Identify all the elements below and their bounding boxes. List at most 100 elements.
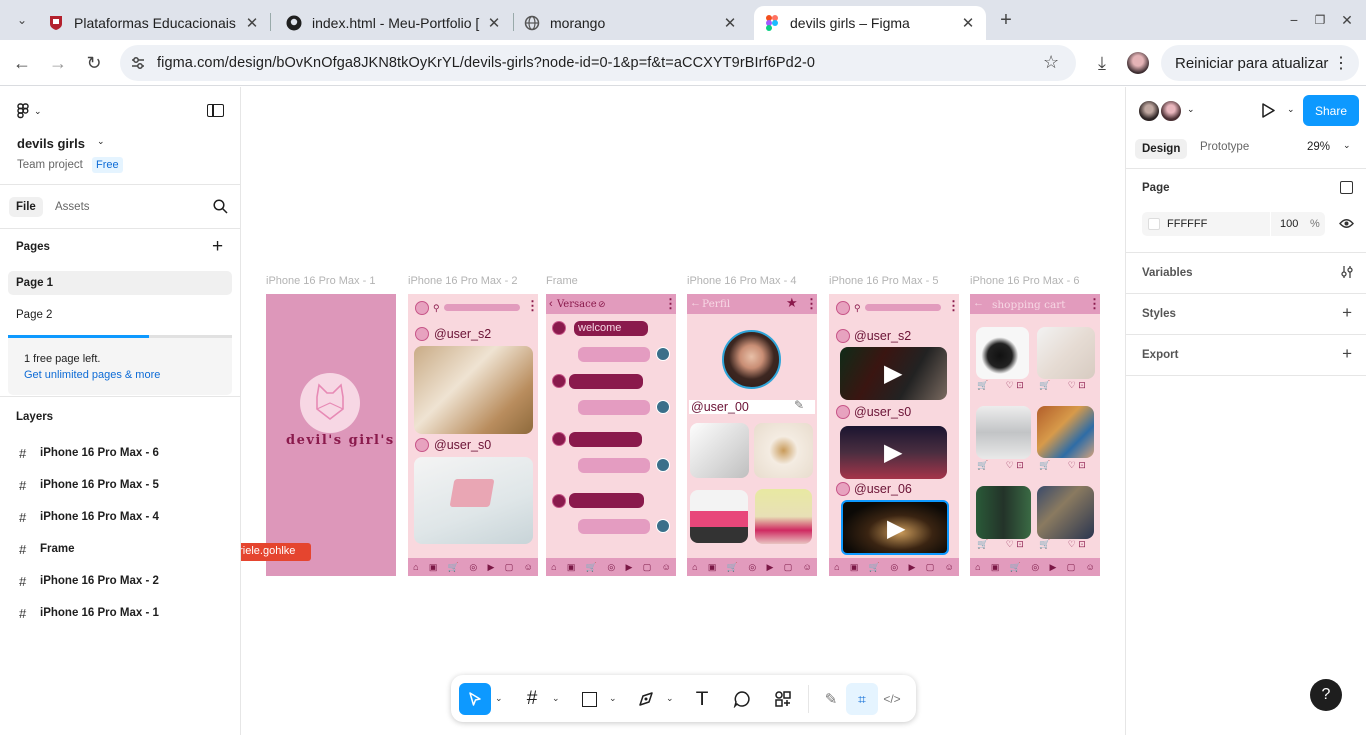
plan-badge[interactable]: Free bbox=[92, 157, 123, 173]
page-color-hex[interactable]: FFFFFF bbox=[1167, 218, 1207, 230]
chat-user-avatar bbox=[656, 458, 670, 472]
present-chevron-icon[interactable]: ⌄ bbox=[1287, 104, 1295, 115]
video-thumbnail-selected[interactable]: ▶ bbox=[841, 500, 949, 555]
move-tool-button[interactable] bbox=[459, 683, 491, 715]
maximize-window-icon[interactable]: ❐ bbox=[1307, 7, 1333, 33]
frame-iphone-5[interactable]: ⚲ ⋮ @user_s2 ▶ @user_s0 ▶ @user_06 ▶ ⌂ ▣ 🛒… bbox=[829, 294, 959, 576]
variables-settings-icon[interactable] bbox=[1340, 265, 1354, 282]
close-tab-icon[interactable]: ✕ bbox=[960, 14, 976, 32]
shape-tool-button[interactable] bbox=[573, 683, 605, 715]
bottom-nav: ⌂ ▣ 🛒 ◎ ▶ ▢ ☺ bbox=[829, 558, 959, 576]
browser-tab-github[interactable]: index.html - Meu-Portfolio [ ✕ bbox=[276, 6, 512, 40]
back-arrow-icon[interactable]: ← bbox=[9, 50, 35, 76]
frame-label[interactable]: Frame bbox=[546, 275, 578, 287]
download-icon[interactable]: ⤓ bbox=[1089, 50, 1115, 76]
layer-item[interactable]: # iPhone 16 Pro Max - 6 bbox=[0, 437, 240, 469]
layer-item[interactable]: # iPhone 16 Pro Max - 1 bbox=[0, 597, 240, 629]
comment-tool-button[interactable] bbox=[726, 683, 758, 715]
layer-label: iPhone 16 Pro Max - 1 bbox=[40, 607, 159, 619]
design-mode-button[interactable]: ⌗ bbox=[846, 683, 878, 715]
zoom-chevron-icon[interactable]: ⌄ bbox=[1343, 140, 1351, 151]
page-item-page-2[interactable]: Page 2 bbox=[8, 303, 232, 327]
frame-label[interactable]: iPhone 16 Pro Max - 6 bbox=[970, 275, 1079, 287]
new-tab-icon[interactable]: + bbox=[993, 7, 1019, 33]
browser-tab-plataformas[interactable]: Plataformas Educacionais ✕ bbox=[38, 6, 270, 40]
minimize-window-icon[interactable]: − bbox=[1281, 7, 1307, 33]
layer-item[interactable]: # iPhone 16 Pro Max - 4 bbox=[0, 501, 240, 533]
layer-item[interactable]: # Frame bbox=[0, 533, 240, 565]
close-tab-icon[interactable]: ✕ bbox=[722, 14, 738, 32]
present-play-icon[interactable] bbox=[1261, 103, 1275, 121]
help-button[interactable]: ? bbox=[1310, 679, 1342, 711]
project-name-chevron-icon[interactable]: ⌄ bbox=[97, 136, 105, 147]
forward-arrow-icon[interactable]: → bbox=[45, 50, 71, 76]
frame-label[interactable]: iPhone 16 Pro Max - 5 bbox=[829, 275, 938, 287]
reload-icon[interactable]: ↻ bbox=[81, 50, 107, 76]
tab-title: Plataformas Educacionais bbox=[74, 15, 236, 31]
browser-tab-figma[interactable]: devils girls – Figma ✕ bbox=[754, 6, 986, 40]
frame-label[interactable]: iPhone 16 Pro Max - 1 bbox=[266, 275, 375, 287]
add-style-icon[interactable]: + bbox=[1342, 304, 1352, 321]
tab-assets[interactable]: Assets bbox=[55, 201, 90, 213]
bookmark-star-icon[interactable]: ☆ bbox=[1043, 52, 1059, 73]
page-item-page-1[interactable]: Page 1 bbox=[8, 271, 232, 295]
search-icon[interactable] bbox=[213, 199, 228, 217]
frame-iphone-4[interactable]: ← Perfil ★ ⋮ @user_00 ✎ ⌂ ▣ 🛒 ◎ ▶ ▢ ☺ bbox=[687, 294, 817, 576]
upgrade-link[interactable]: Get unlimited pages & more bbox=[24, 369, 160, 381]
add-page-icon[interactable]: + bbox=[212, 236, 223, 258]
pen-tool-chevron-icon[interactable]: ⌄ bbox=[666, 693, 674, 704]
layer-item[interactable]: # iPhone 16 Pro Max - 5 bbox=[0, 469, 240, 501]
visibility-eye-icon[interactable] bbox=[1339, 218, 1354, 232]
shape-tool-chevron-icon[interactable]: ⌄ bbox=[609, 693, 617, 704]
close-window-icon[interactable]: ✕ bbox=[1334, 7, 1360, 33]
move-tool-chevron-icon[interactable]: ⌄ bbox=[495, 693, 503, 704]
page-fill-field[interactable]: FFFFFF 100 % bbox=[1142, 212, 1325, 236]
pen-tool-button[interactable] bbox=[630, 683, 662, 715]
frame-iphone-1[interactable]: devil's girl's bbox=[266, 294, 396, 576]
frame-label[interactable]: iPhone 16 Pro Max - 2 bbox=[408, 275, 517, 287]
collaborator-avatar[interactable] bbox=[1137, 99, 1161, 123]
user-avatar-icon bbox=[415, 438, 429, 452]
frame-iphone-2[interactable]: ⚲ ⋮ @user_s2 @user_s0 ⌂ ▣ 🛒 ◎ ▶ ▢ ☺ bbox=[408, 294, 538, 576]
layer-item[interactable]: # iPhone 16 Pro Max - 2 bbox=[0, 565, 240, 597]
browser-tab-morango[interactable]: morango ✕ bbox=[514, 6, 748, 40]
collaborators-chevron-icon[interactable]: ⌄ bbox=[1187, 104, 1195, 115]
site-settings-icon[interactable] bbox=[130, 55, 146, 74]
tab-search-chevron-icon[interactable]: ⌄ bbox=[9, 7, 35, 33]
figma-canvas[interactable]: iPhone 16 Pro Max - 1 iPhone 16 Pro Max … bbox=[241, 87, 1125, 735]
tab-prototype[interactable]: Prototype bbox=[1200, 141, 1249, 153]
frame-label[interactable]: iPhone 16 Pro Max - 4 bbox=[687, 275, 796, 287]
frame-iphone-6[interactable]: ← shopping cart ⋮ 🛒 ♡ ⊡ 🛒 ♡ ⊡ 🛒 ♡ ⊡ 🛒 ♡ … bbox=[970, 294, 1100, 576]
page-styles-icon[interactable] bbox=[1340, 181, 1353, 194]
frame-tool-chevron-icon[interactable]: ⌄ bbox=[552, 693, 560, 704]
color-swatch[interactable] bbox=[1148, 218, 1160, 230]
star-icon: ★ bbox=[786, 295, 798, 310]
profile-avatar[interactable] bbox=[1127, 52, 1149, 74]
frame-tool-button[interactable]: # bbox=[516, 683, 548, 715]
draw-mode-button[interactable]: ✎ bbox=[815, 683, 847, 715]
url-omnibox[interactable]: figma.com/design/bOvKnOfga8JKN8tkOyKrYL/… bbox=[120, 45, 1076, 81]
dev-mode-button[interactable]: </> bbox=[876, 683, 908, 715]
text-tool-button[interactable]: T bbox=[686, 683, 718, 715]
actions-tool-button[interactable] bbox=[767, 683, 799, 715]
share-button[interactable]: Share bbox=[1303, 95, 1359, 126]
more-vertical-icon[interactable]: ⋮ bbox=[1333, 53, 1349, 73]
tab-design[interactable]: Design bbox=[1135, 139, 1188, 159]
divider bbox=[0, 228, 240, 229]
project-name[interactable]: devils girls bbox=[17, 136, 85, 151]
toggle-sidebar-icon[interactable] bbox=[207, 104, 224, 117]
close-tab-icon[interactable]: ✕ bbox=[486, 14, 502, 32]
tab-file[interactable]: File bbox=[9, 197, 43, 217]
restart-to-update-button[interactable]: Reiniciar para atualizar ⋮ bbox=[1161, 45, 1359, 81]
collaborator-avatar[interactable] bbox=[1159, 99, 1183, 123]
zoom-level[interactable]: 29% bbox=[1307, 141, 1330, 153]
close-tab-icon[interactable]: ✕ bbox=[244, 14, 260, 32]
figma-menu-icon[interactable]: ⌄ bbox=[17, 103, 42, 119]
page-opacity[interactable]: 100 bbox=[1280, 218, 1298, 230]
add-export-icon[interactable]: + bbox=[1342, 345, 1352, 362]
profile-header: ← Perfil ★ ⋮ bbox=[687, 294, 817, 314]
frame-chat[interactable]: ‹ Versace ⊘ ⋮ welcome ⌂ ▣ 🛒 ◎ ▶ ▢ ☺ bbox=[546, 294, 676, 576]
verified-icon: ⊘ bbox=[598, 299, 606, 309]
logo-circle-icon bbox=[415, 301, 429, 315]
free-pages-progress-fill bbox=[8, 335, 150, 338]
